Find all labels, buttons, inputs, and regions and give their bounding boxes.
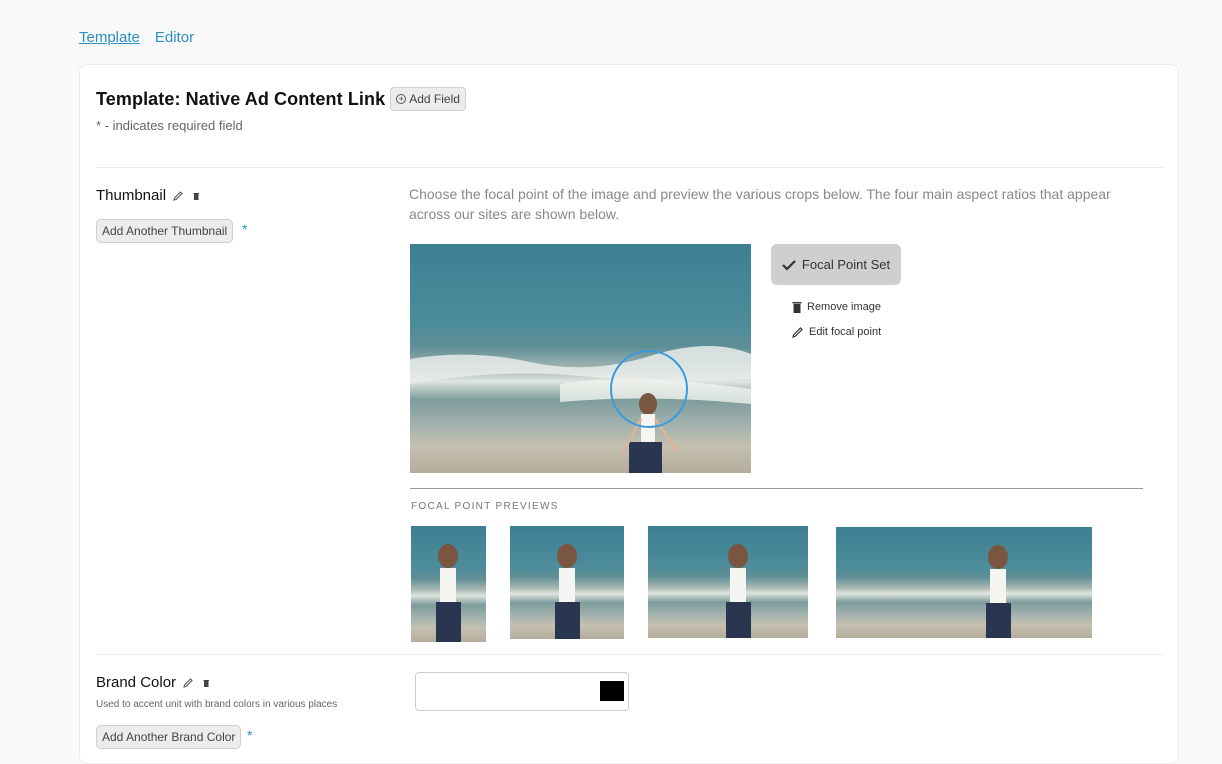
preview-crop-square	[510, 526, 624, 639]
thumbnail-label: Thumbnail	[96, 187, 167, 204]
color-swatch[interactable]	[600, 681, 624, 701]
remove-image-link[interactable]: Remove image	[792, 301, 881, 313]
pencil-icon[interactable]	[172, 190, 184, 202]
brand-color-description: Used to accent unit with brand colors in…	[96, 699, 338, 710]
brand-color-input[interactable]	[415, 672, 629, 711]
woman-crop-illustration	[555, 544, 580, 639]
preview-crop-portrait	[411, 526, 486, 642]
add-field-label: Add Field	[409, 92, 460, 106]
preview-crop-wide	[836, 527, 1092, 638]
trash-icon[interactable]	[190, 190, 202, 202]
template-header: Template: Native Ad Content Link + Add F…	[96, 87, 466, 111]
required-note: * - indicates required field	[96, 118, 243, 133]
edit-focal-point-label: Edit focal point	[809, 326, 882, 338]
trash-icon[interactable]	[200, 677, 212, 689]
checkmark-icon	[782, 259, 796, 271]
tab-editor[interactable]: Editor	[155, 29, 194, 46]
focal-point-set-label: Focal Point Set	[801, 257, 891, 272]
divider	[96, 167, 1164, 168]
thumbnail-image[interactable]	[410, 244, 751, 473]
preview-crop-landscape	[648, 526, 808, 638]
previews-title: FOCAL POINT PREVIEWS	[411, 501, 559, 512]
tab-bar: Template Editor	[79, 29, 194, 46]
woman-crop-illustration	[986, 545, 1011, 638]
thumbnail-description: Choose the focal point of the image and …	[409, 186, 1111, 222]
previews-divider	[410, 488, 1143, 489]
plus-circle-icon: +	[396, 94, 407, 104]
woman-crop-illustration	[726, 544, 751, 638]
add-another-brand-color-button[interactable]: Add Another Brand Color	[96, 725, 242, 749]
required-marker: *	[242, 221, 248, 237]
focal-point-set-button[interactable]: Focal Point Set	[771, 244, 901, 285]
woman-crop-illustration	[436, 544, 461, 642]
page-title: Template: Native Ad Content Link	[96, 88, 386, 109]
trash-icon	[792, 302, 802, 313]
remove-image-label: Remove image	[807, 301, 881, 313]
tab-template[interactable]: Template	[79, 29, 140, 46]
template-card: Template: Native Ad Content Link + Add F…	[79, 64, 1179, 764]
edit-focal-point-link[interactable]: Edit focal point	[792, 326, 881, 338]
required-marker: *	[247, 727, 253, 743]
brand-color-label: Brand Color	[96, 674, 177, 691]
pencil-icon[interactable]	[182, 677, 194, 689]
add-another-thumbnail-button[interactable]: Add Another Thumbnail	[96, 219, 234, 243]
pencil-icon	[792, 327, 803, 338]
add-field-button[interactable]: + Add Field	[390, 87, 466, 111]
divider	[96, 654, 1164, 655]
thumbnail-field-label: Thumbnail	[96, 187, 202, 204]
brand-color-field-label: Brand Color	[96, 674, 212, 691]
woman-on-beach-illustration	[410, 345, 751, 473]
